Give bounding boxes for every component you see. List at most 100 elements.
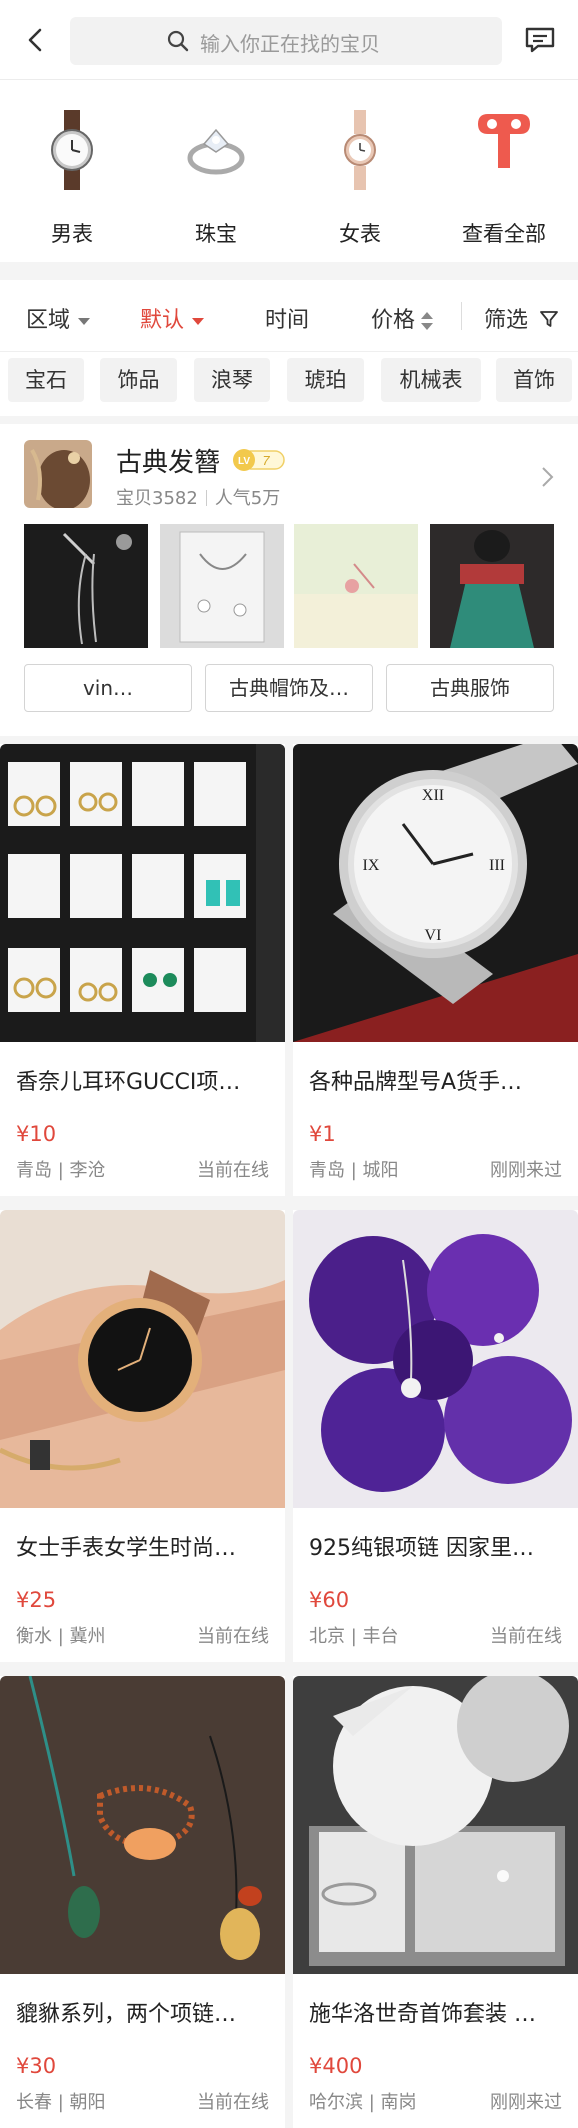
tag-chip[interactable]: 机械表 [381, 358, 481, 402]
search-icon [167, 30, 189, 52]
product-title: 施华洛世奇首饰套装 … [309, 2002, 536, 2027]
shop-meta: 宝贝3582 人气5万 [116, 484, 280, 510]
product-price: ¥400 [309, 2054, 363, 2078]
shop-category-button[interactable]: vin… [24, 664, 192, 712]
shop-thumbnail[interactable] [294, 524, 418, 648]
divider [205, 490, 207, 506]
product-card[interactable]: 925纯银项链 因家里… ¥60 北京 | 丰台 当前在线 [293, 1210, 578, 1662]
shop-name: 古典发簪 [116, 448, 221, 478]
category-row: 男表 珠宝 女表 查看全部 [0, 80, 578, 262]
seller-status: 当前在线 [197, 1626, 269, 1647]
chevron-right-icon[interactable] [540, 464, 556, 490]
search-placeholder: 输入你正在找的宝贝 [200, 32, 380, 56]
shop-avatar [24, 440, 92, 508]
svg-text:LV: LV [238, 456, 250, 467]
tag-chip[interactable]: 饰品 [100, 358, 177, 402]
filter-time[interactable]: 时间 [265, 302, 309, 334]
category-label: 女表 [339, 222, 381, 246]
product-price: ¥60 [309, 1588, 350, 1612]
top-bar: 输入你正在找的宝贝 [0, 0, 578, 80]
filter-time-label: 时间 [265, 308, 310, 333]
filter-price[interactable]: 价格 [371, 302, 434, 334]
filter-screen[interactable]: 筛选 [484, 302, 559, 334]
shop-category-button[interactable]: 古典服饰 [386, 664, 554, 712]
filter-region[interactable]: 区域 [26, 302, 91, 334]
shop-item-count: 宝贝3582 [116, 488, 198, 509]
womens-watch-icon [344, 110, 376, 190]
filter-bar: 区域 默认 时间 价格 筛选 [0, 280, 578, 352]
product-title: 女士手表女学生时尚… [16, 1536, 237, 1561]
product-price: ¥1 [309, 1122, 336, 1146]
filter-price-label: 价格 [371, 308, 416, 333]
category-label: 男表 [51, 222, 93, 246]
shop-popularity: 人气5万 [214, 488, 281, 509]
tag-chip[interactable]: 宝石 [8, 358, 84, 402]
product-card[interactable]: XII III VI IX 各种品牌型号A货手… ¥1 青岛 | 城阳 刚刚来过 [293, 744, 578, 1196]
seller-status: 当前在线 [197, 2092, 269, 2113]
tag-chip[interactable]: 琥珀 [287, 358, 364, 402]
category-label: 珠宝 [195, 222, 237, 246]
seller-status: 刚刚来过 [490, 1160, 562, 1181]
filter-default-label: 默认 [140, 308, 185, 333]
mens-watch-icon [51, 110, 93, 190]
product-image [0, 1676, 285, 1974]
product-title: 貔貅系列，两个项链… [16, 2002, 237, 2027]
seller-status: 当前在线 [490, 1626, 562, 1647]
category-label: 查看全部 [462, 222, 546, 246]
svg-text:IX: IX [363, 857, 380, 874]
product-card[interactable]: 貔貅系列，两个项链… ¥30 长春 | 朝阳 当前在线 [0, 1676, 285, 2128]
seller-status: 刚刚来过 [490, 2092, 562, 2113]
tag-chip[interactable]: 首饰 [496, 358, 572, 402]
filter-region-label: 区域 [26, 308, 71, 333]
search-input[interactable]: 输入你正在找的宝贝 [70, 17, 502, 65]
chevron-down-icon [192, 317, 205, 325]
product-image: XII III VI IX [293, 744, 578, 1042]
tag-chip[interactable]: 浪琴 [194, 358, 270, 402]
category-view-all[interactable]: 查看全部 [432, 106, 576, 246]
ring-icon [187, 128, 245, 175]
svg-text:III: III [489, 857, 505, 874]
product-location: 衡水 | 冀州 [16, 1626, 106, 1647]
product-price: ¥30 [16, 2054, 57, 2078]
product-card[interactable]: 施华洛世奇首饰套装 … ¥400 哈尔滨 | 南岗 刚刚来过 [293, 1676, 578, 2128]
shop-thumbnail[interactable] [160, 524, 284, 648]
shop-card[interactable]: 古典发簪 LV 7 宝贝3582 人气5万 vin… 古典帽饰及… 古典服饰 [0, 424, 578, 736]
product-location: 哈尔滨 | 南岗 [309, 2092, 417, 2113]
product-title: 各种品牌型号A货手… [309, 1070, 523, 1095]
product-location: 青岛 | 城阳 [309, 1160, 399, 1181]
svg-text:VI: VI [425, 927, 442, 944]
svg-text:XII: XII [422, 787, 444, 804]
filter-default[interactable]: 默认 [140, 302, 205, 334]
product-card[interactable]: 女士手表女学生时尚… ¥25 衡水 | 冀州 当前在线 [0, 1210, 285, 1662]
seller-status: 当前在线 [197, 1160, 269, 1181]
divider [461, 302, 462, 330]
shop-category-button[interactable]: 古典帽饰及… [205, 664, 373, 712]
product-image [293, 1676, 578, 1974]
svg-text:7: 7 [262, 453, 270, 468]
product-title: 925纯银项链 因家里… [309, 1536, 534, 1561]
product-card[interactable]: 香奈儿耳环GUCCI项… ¥10 青岛 | 李沧 当前在线 [0, 744, 285, 1196]
tag-row: 宝石 饰品 浪琴 琥珀 机械表 首饰 [0, 352, 578, 416]
category-jewelry[interactable]: 珠宝 [144, 106, 288, 246]
product-image [0, 1210, 285, 1508]
filter-screen-label: 筛选 [484, 308, 529, 333]
category-mens-watch[interactable]: 男表 [0, 106, 144, 246]
back-arrow-icon[interactable] [20, 24, 52, 56]
key-icon [478, 114, 530, 168]
sort-icon [421, 312, 434, 330]
product-location: 北京 | 丰台 [309, 1626, 399, 1647]
product-image [293, 1210, 578, 1508]
product-location: 青岛 | 李沧 [16, 1160, 106, 1181]
funnel-icon [540, 311, 558, 327]
message-icon[interactable] [524, 26, 556, 54]
product-image [0, 744, 285, 1042]
product-price: ¥25 [16, 1588, 57, 1612]
product-title: 香奈儿耳环GUCCI项… [16, 1070, 241, 1095]
level-badge: LV 7 [233, 449, 285, 471]
chevron-down-icon [78, 317, 91, 325]
product-location: 长春 | 朝阳 [16, 2092, 106, 2113]
product-price: ¥10 [16, 1122, 57, 1146]
shop-thumbnail[interactable] [430, 524, 554, 648]
category-womens-watch[interactable]: 女表 [288, 106, 432, 246]
shop-thumbnail[interactable] [24, 524, 148, 648]
